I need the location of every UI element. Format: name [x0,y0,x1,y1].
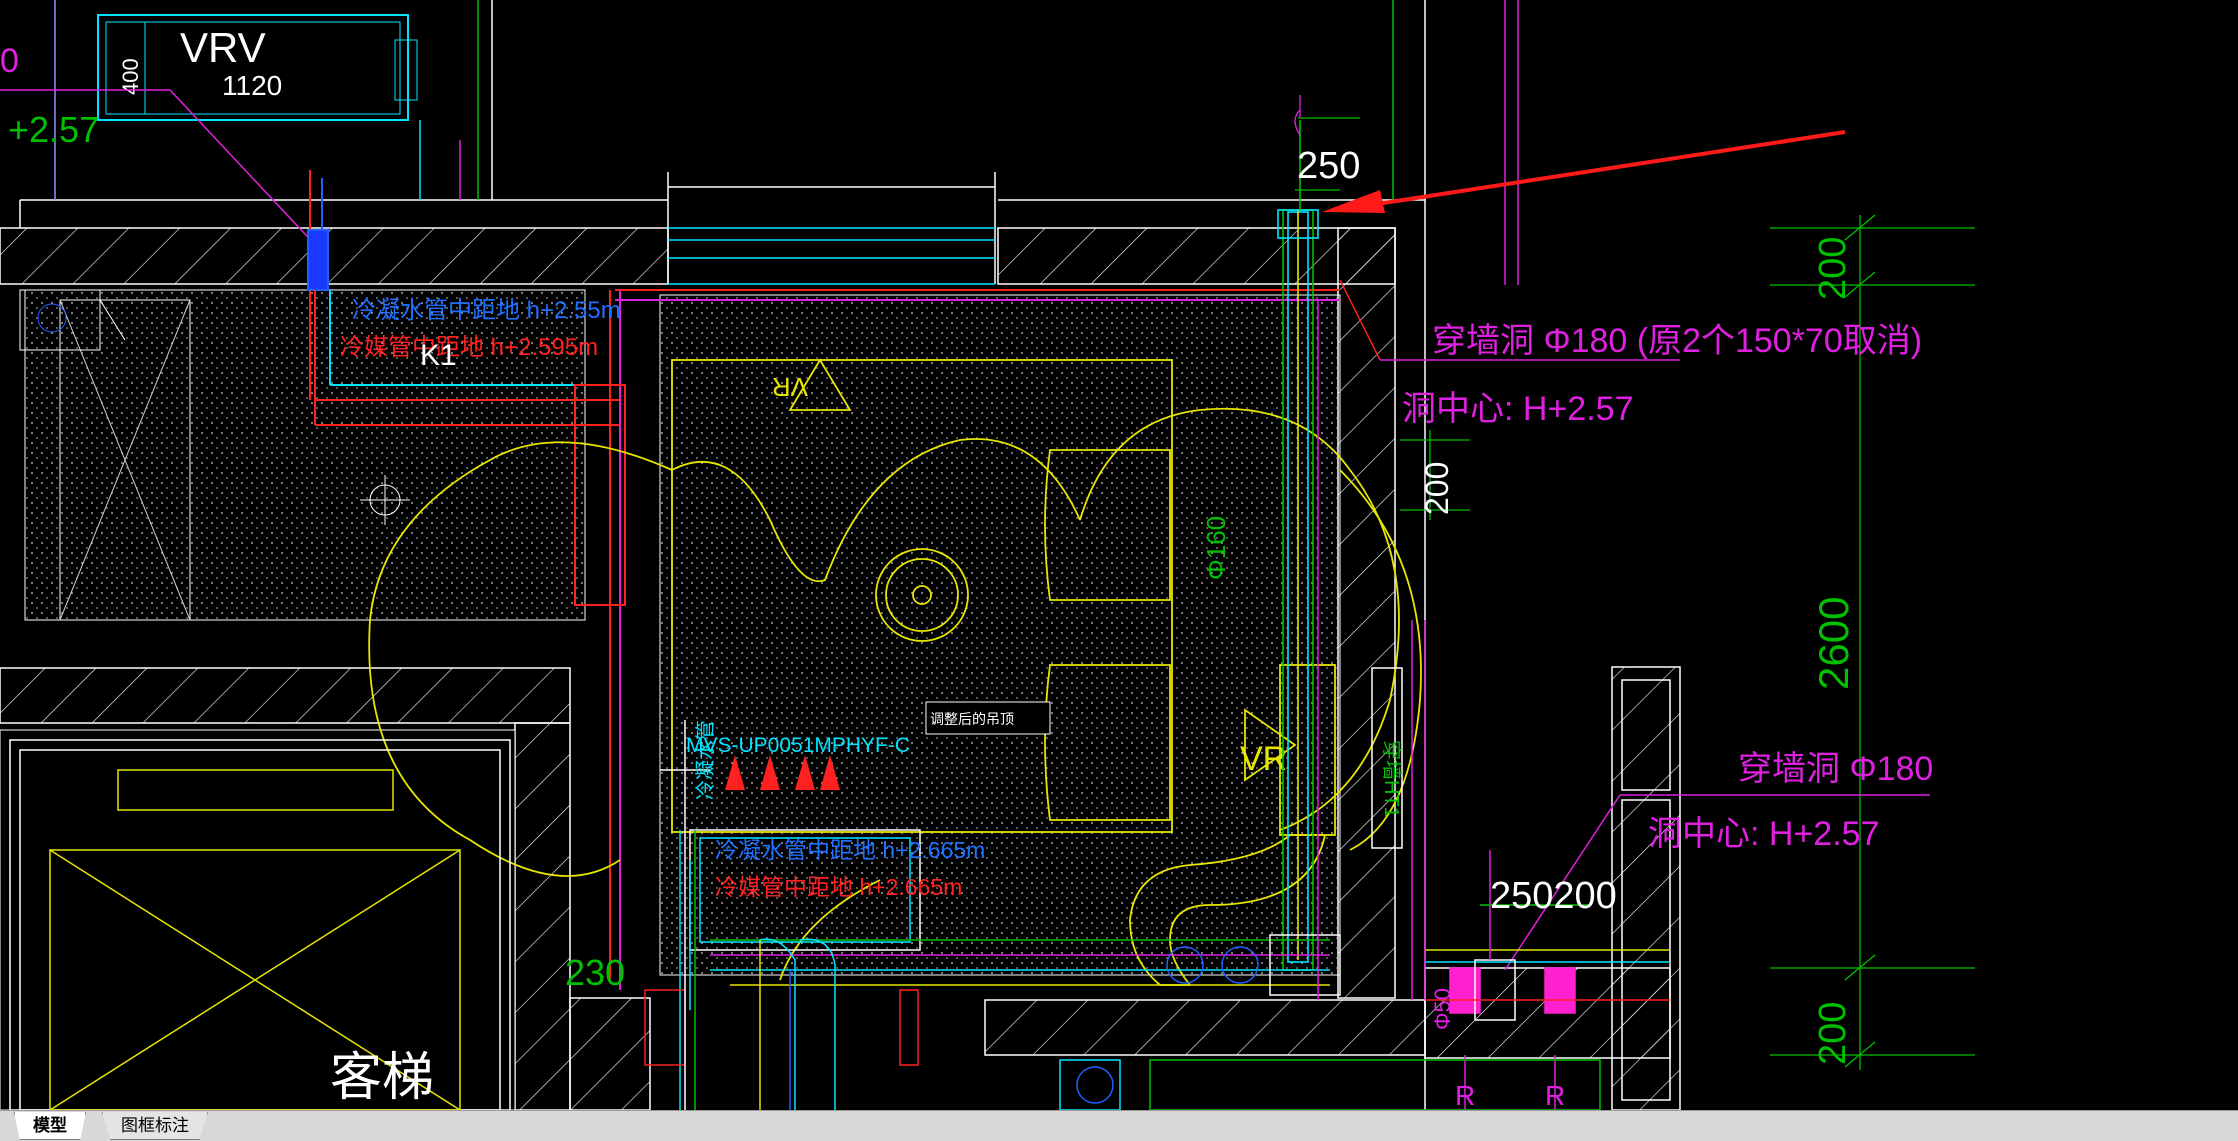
elevator-label: 客梯 [330,1049,434,1107]
dim-200-top: 200 [1812,237,1854,300]
cond-pipe-bottom: 冷凝水管中距地 h+2.665m [715,837,985,863]
hole1-center: 洞中心: H+2.57 [1402,390,1633,428]
adjusted-hanger-label: 调整后的吊顶 [930,711,1014,727]
dim-200-mid: 200 [1419,462,1455,515]
dim-230: 230 [565,952,625,993]
dim-200-bottom: 200 [1812,1002,1854,1065]
hole1-title: 穿墙洞 Φ180 (原2个150*70取消) [1432,322,1922,360]
window-opening [667,172,996,285]
ref-pipe-bottom: 冷媒管中距地 h+2.665m [715,874,962,900]
adjusted-hanger-box[interactable]: 调整后的吊顶 [925,701,1051,735]
hole2-title: 穿墙洞 Φ180 [1738,750,1933,788]
phi160-label: Φ160 [1201,516,1231,580]
cad-drawing-canvas[interactable]: VRV 1120 400 0 +2.57 VR VR Φ160 穿墙HT1 25… [0,0,2238,1110]
vertical-pipe-text: 冷凝水管 [694,720,717,800]
ref-pipe-top: 冷媒管中距地 h+2.595m [340,334,598,361]
r-label-b: R [1545,1080,1565,1110]
r-label-a: R [1455,1080,1475,1110]
dim-250-top: 250 [1297,145,1360,187]
tab-frame-annotation[interactable]: 图框标注 [102,1112,208,1140]
hole2-center: 洞中心: H+2.57 [1648,815,1879,853]
vrv-unit[interactable]: VRV 1120 400 [97,14,418,121]
vr-label-right: VR [1240,740,1287,778]
vr-label-top: VR [772,372,808,402]
phi50-label: Φ50 [1430,988,1455,1030]
left-cut-zero: 0 [0,42,19,80]
vrv-title: VRV [180,24,266,71]
layout-tab-bar: 模型 图框标注 [0,1110,2238,1141]
tab-model[interactable]: 模型 [14,1112,86,1140]
callout-arrow [1322,130,1846,213]
vrv-size: 1120 [222,70,282,101]
cond-pipe-top: 冷凝水管中距地 h+2.55m [352,297,621,324]
k1-label: K1 [420,339,457,372]
side-vertical-label: 穿墙HT1 [1380,740,1403,818]
model-code: MVS-UP0051MPHYF-C [686,734,910,757]
dim-2600: 2600 [1810,597,1857,690]
left-elevation: +2.57 [8,109,99,150]
dim-250200: 250200 [1490,875,1617,917]
